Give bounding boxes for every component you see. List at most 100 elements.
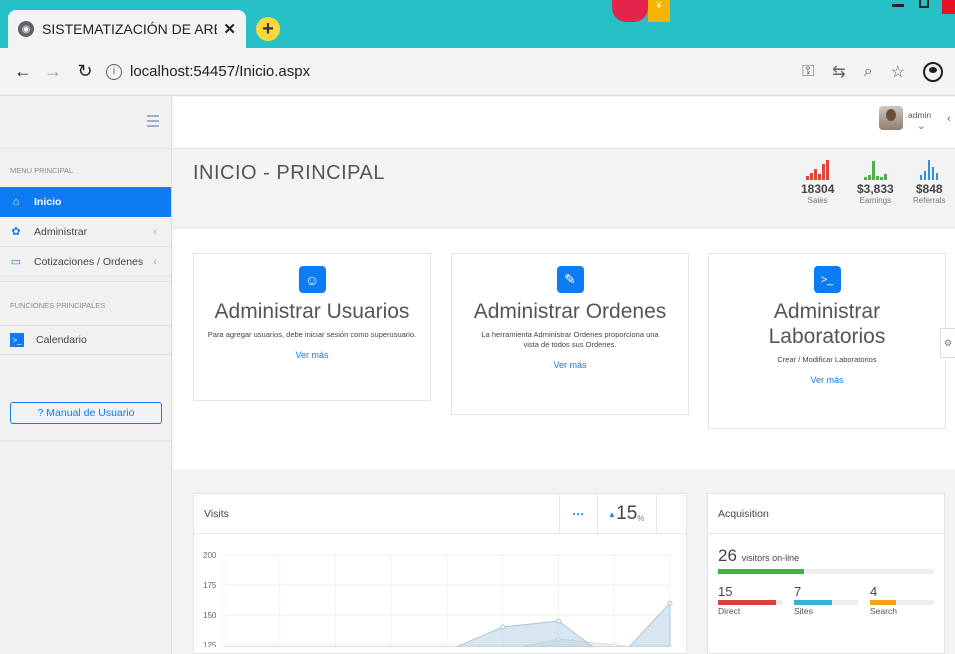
data-point [611,642,617,647]
home-icon: ⌂ [12,196,20,208]
stat-earnings: $3,833 Earnings [857,158,894,205]
card-description: Para agregar usuarios, debe iniciar sesi… [207,330,417,339]
card-title: Administrar Laboratorios [768,300,886,348]
y-tick-label: 200 [203,551,217,560]
back-arrow-icon[interactable]: ← [10,61,36,82]
y-tick-label: 175 [203,581,217,590]
forward-arrow-icon[interactable]: → [40,61,66,82]
acquisition-title: Acquisition [718,507,769,520]
stat-value: $848 [915,182,943,196]
online-count: 26 [718,546,737,565]
star-icon[interactable]: ☆ [891,62,905,82]
acquisition-panel: Acquisition 26 visitors on-line 15 Direc… [707,493,945,654]
sidebar-item-inicio[interactable]: ⌂ Inicio [0,187,171,217]
card-description: Crear / Modificar Laboratorios [777,355,877,364]
source-count: 15 [718,584,733,599]
avatar[interactable] [879,106,903,130]
browser-tab-strip: ◉ SISTEMATIZACIÓN DE AREA DE / ✕ + ¥ [0,0,955,48]
gear-icon: ✿ [11,226,21,238]
data-point [667,600,673,606]
browser-tab[interactable]: ◉ SISTEMATIZACIÓN DE AREA DE / ✕ [8,10,246,48]
profile-icon[interactable] [923,62,943,82]
ver-mas-link[interactable]: Ver más [709,375,945,385]
data-point [500,624,506,630]
source-search: 4 Search [870,584,934,616]
chevron-down-icon[interactable]: ⌄ [917,121,925,132]
functions-heading: FUNCIONES PRINCIPALES [0,281,171,325]
source-label: Sites [794,606,813,616]
zoom-icon[interactable]: ⌕ [864,63,873,81]
stat-value: 18304 [801,182,835,196]
referrals-sparkbar [913,158,945,180]
source-bar [870,600,934,605]
sidebar-item-label: Administrar [34,225,88,238]
source-bar-fill [794,600,833,605]
chevron-left-icon: ‹ [153,255,157,268]
source-bar [794,600,858,605]
url-field[interactable]: i localhost:54457/Inicio.aspx [106,63,310,80]
card-title: Administrar Ordenes [473,300,667,323]
ver-mas-link[interactable]: Ver más [452,360,688,370]
visits-title: Visits [204,507,229,520]
info-icon[interactable]: i [106,63,122,80]
more-icon[interactable]: ··· [559,494,597,534]
extension-icon[interactable]: ¥ [612,0,670,22]
stat-label: Sales [807,196,828,205]
minimize-icon[interactable] [892,4,904,7]
sidebar-divider [0,440,172,441]
chevron-left-icon: ‹ [153,225,157,238]
source-direct: 15 Direct [718,584,782,616]
tab-close-icon[interactable]: ✕ [223,20,236,38]
address-bar-row: ← → ↻ i localhost:54457/Inicio.aspx ⚿ ⇆ … [0,48,955,96]
ver-mas-link[interactable]: Ver más [194,350,430,360]
data-point [556,618,561,624]
web-page: MENU PRINCIPAL ⌂ Inicio ✿ Administrar ‹ … [0,97,955,654]
maximize-icon[interactable] [919,0,929,8]
reload-icon[interactable]: ↻ [72,61,98,82]
acquisition-header: Acquisition [708,494,944,534]
sidebar-top [0,97,171,149]
card-description: La herramienta Administrar Ordenes propo… [481,330,659,349]
stat-value: $3,833 [857,182,894,196]
manual-button[interactable]: ? Manual de Usuario [10,402,162,424]
sidebar-item-label: Cotizaciones / Ordenes [34,255,144,268]
new-tab-button[interactable]: + [256,17,280,41]
user-name[interactable]: admin [908,110,931,120]
card-title: Administrar Usuarios [214,300,410,323]
chevron-left-icon[interactable]: ‹ [947,113,951,125]
card-laboratorios: >_ Administrar Laboratorios Crear / Modi… [708,253,946,429]
online-progress [718,569,934,574]
sidebar-item-label: Inicio [34,196,62,208]
key-icon[interactable]: ⚿ [802,63,814,81]
url-text: localhost:54457/Inicio.aspx [130,63,311,80]
sidebar-item-label: Calendario [36,334,87,346]
visits-header: Visits ··· ▴ 15 % [194,494,686,534]
toolbar-icons: ⚿ ⇆ ⌕ ☆ [802,62,943,82]
terminal-icon: >_ [10,333,24,347]
top-navbar: admin ⌄ ‹ [173,97,955,149]
online-visitors: 26 visitors on-line [708,534,944,566]
percent-value: 15 [616,503,638,524]
source-count: 7 [794,584,802,599]
paperclip-icon: ✎ [556,266,584,293]
stat-referrals: $848 Referrals [913,158,945,205]
translate-icon[interactable]: ⇆ [832,62,845,82]
stat-label: Referrals [913,196,946,205]
online-progress-fill [718,569,805,574]
hamburger-icon[interactable] [147,115,159,130]
sidebar-item-cotizaciones[interactable]: ▭ Cotizaciones / Ordenes ‹ [0,247,171,277]
smiley-icon: ☺ [298,266,326,293]
card-usuarios: ☺ Administrar Usuarios Para agregar usua… [193,253,431,401]
window-close-icon[interactable] [942,0,955,14]
percent-unit: % [637,513,645,523]
menu-heading: MENU PRINCIPAL [10,166,74,175]
source-breakdown: 15 Direct 7 Sites 4 Search [708,574,944,616]
y-tick-label: 125 [203,641,217,647]
tab-title: SISTEMATIZACIÓN DE AREA DE / [42,21,217,37]
earnings-sparkbar [857,158,894,180]
sidebar-item-calendario[interactable]: >_ Calendario [0,325,171,355]
settings-gear-icon[interactable]: ⚙ [940,328,955,358]
sidebar-item-administrar[interactable]: ✿ Administrar ‹ [0,217,171,247]
stat-label: Earnings [859,196,892,205]
visits-chart-svg: 200 175 150 125 [203,551,673,647]
